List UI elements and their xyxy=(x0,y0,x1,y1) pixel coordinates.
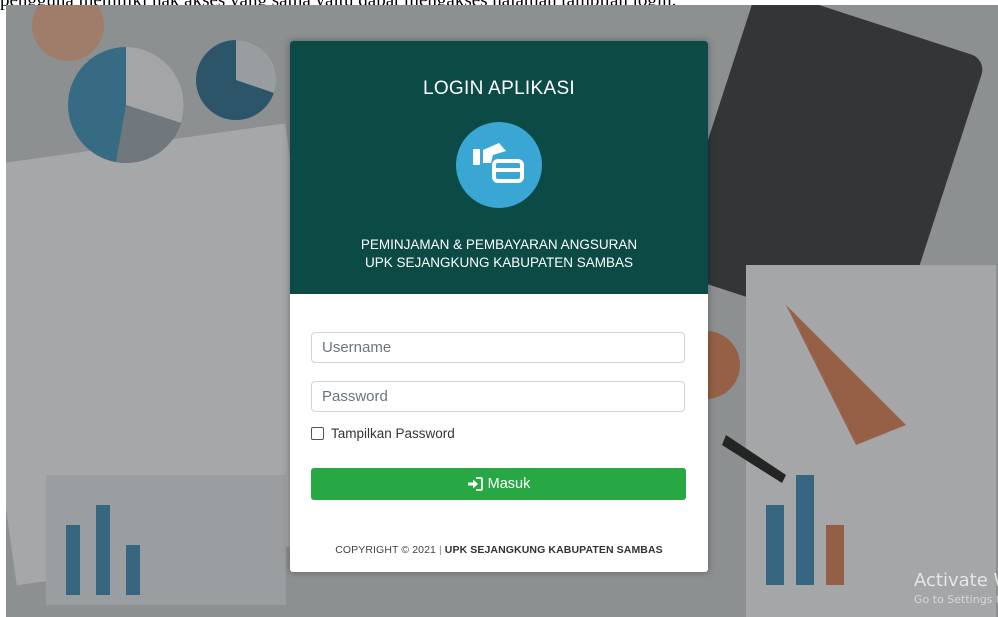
username-input[interactable] xyxy=(311,332,685,363)
login-screenshot: Activate Windows Go to Settings to activ… xyxy=(6,5,998,617)
footer-separator: | xyxy=(438,544,442,556)
login-card: LOGIN APLIKASI PEMINJAMAN & PEMBAYARAN A… xyxy=(290,41,708,572)
login-card-header: LOGIN APLIKASI PEMINJAMAN & PEMBAYARAN A… xyxy=(290,41,708,294)
login-title: LOGIN APLIKASI xyxy=(422,78,576,99)
password-input[interactable] xyxy=(311,381,685,412)
card-footer: COPYRIGHT © 2021 | UPK SEJANGKUNG KABUPATE… xyxy=(290,543,708,557)
activate-windows-watermark: Activate Windows Go to Settings to activ… xyxy=(914,570,998,614)
watermark-line2: Go to Settings to activate Windows. xyxy=(914,593,998,606)
show-password-toggle[interactable]: Tampilkan Password xyxy=(311,422,455,444)
copyright-text: COPYRIGHT © 2021 xyxy=(335,544,436,556)
login-submit-button[interactable]: Masuk xyxy=(311,468,686,500)
show-password-checkbox[interactable] xyxy=(311,426,324,440)
login-subtitle: PEMINJAMAN & PEMBAYARAN ANGSURAN UPK SEJ… xyxy=(290,236,708,272)
subtitle-line1: PEMINJAMAN & PEMBAYARAN ANGSURAN xyxy=(360,237,638,252)
footer-organization: UPK SEJANGKUNG KABUPATEN SAMBAS xyxy=(444,544,663,556)
watermark-line1: Activate Windows xyxy=(914,570,998,591)
submit-label: Masuk xyxy=(487,476,531,492)
app-logo xyxy=(456,122,542,208)
sign-in-icon xyxy=(467,477,483,491)
hand-card-icon xyxy=(473,143,524,183)
show-password-label[interactable]: Tampilkan Password xyxy=(331,426,455,441)
subtitle-line2: UPK SEJANGKUNG KABUPATEN SAMBAS xyxy=(364,255,634,270)
